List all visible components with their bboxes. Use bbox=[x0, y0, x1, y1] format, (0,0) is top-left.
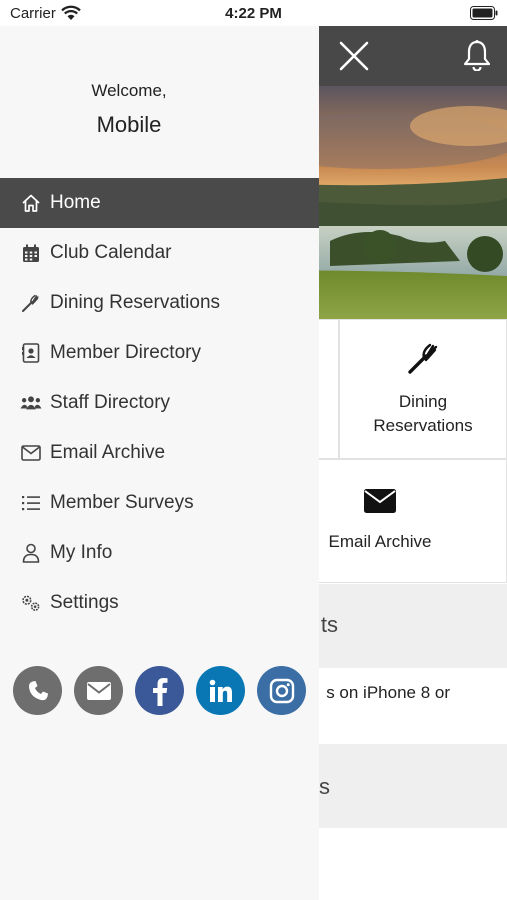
welcome-label: Welcome, bbox=[91, 81, 167, 100]
menu-item-label: Member Directory bbox=[50, 342, 201, 363]
dining-reservations-tile[interactable]: Dining Reservations bbox=[339, 319, 507, 459]
menu-item-label: My Info bbox=[50, 542, 113, 563]
menu-item-email-archive[interactable]: Email Archive bbox=[0, 428, 319, 478]
person-icon bbox=[20, 542, 42, 564]
instagram-icon bbox=[269, 678, 294, 703]
social-links bbox=[0, 666, 319, 716]
menu-item-label: Staff Directory bbox=[50, 392, 171, 413]
phone-icon bbox=[28, 680, 48, 700]
phone-button[interactable] bbox=[13, 666, 62, 715]
menu-item-label: Member Surveys bbox=[50, 492, 194, 513]
linkedin-button[interactable] bbox=[196, 666, 245, 715]
menu-item-label: Home bbox=[50, 192, 101, 213]
people-icon bbox=[20, 392, 42, 414]
close-icon bbox=[339, 41, 369, 71]
menu-item-club-calendar[interactable]: Club Calendar bbox=[0, 228, 319, 278]
menu-item-label: Dining Reservations bbox=[50, 292, 221, 313]
calendar-icon bbox=[20, 242, 42, 264]
bell-icon bbox=[463, 40, 491, 71]
menu-item-my-info[interactable]: My Info bbox=[0, 528, 319, 578]
linkedin-icon bbox=[209, 679, 232, 702]
menu-item-dining-reservations[interactable]: Dining Reservations bbox=[0, 278, 319, 328]
battery-icon bbox=[470, 6, 498, 20]
envelope-icon bbox=[364, 488, 396, 518]
notifications-button[interactable] bbox=[458, 36, 496, 74]
menu-item-label: Settings bbox=[50, 592, 119, 613]
navigation-drawer: Welcome, Mobile Home Club Calendar Dinin… bbox=[0, 26, 319, 900]
menu-item-member-surveys[interactable]: Member Surveys bbox=[0, 478, 319, 528]
drawer-menu: Home Club Calendar Dining Reservations M… bbox=[0, 178, 319, 628]
fork-icon bbox=[406, 341, 440, 380]
menu-item-settings[interactable]: Settings bbox=[0, 578, 319, 628]
instagram-button[interactable] bbox=[257, 666, 306, 715]
envelope-icon bbox=[20, 442, 42, 464]
menu-item-label: Club Calendar bbox=[50, 242, 172, 263]
clock: 4:22 PM bbox=[225, 5, 282, 22]
mail-icon bbox=[86, 681, 111, 700]
user-name: Mobile bbox=[96, 112, 162, 137]
email-button[interactable] bbox=[74, 666, 123, 715]
menu-item-staff-directory[interactable]: Staff Directory bbox=[0, 378, 319, 428]
menu-item-member-directory[interactable]: Member Directory bbox=[0, 328, 319, 378]
close-drawer-button[interactable] bbox=[334, 38, 374, 74]
contact-card-icon bbox=[20, 342, 42, 364]
menu-item-label: Email Archive bbox=[50, 442, 166, 463]
gears-icon bbox=[20, 592, 42, 614]
list-icon bbox=[20, 492, 42, 514]
home-icon bbox=[20, 192, 42, 214]
fork-icon bbox=[20, 292, 42, 314]
status-bar: Carrier 4:22 PM bbox=[0, 0, 507, 26]
menu-item-home[interactable]: Home bbox=[0, 178, 319, 228]
facebook-icon bbox=[152, 677, 167, 706]
facebook-button[interactable] bbox=[135, 666, 184, 715]
tile-label: Dining Reservations bbox=[373, 391, 473, 435]
